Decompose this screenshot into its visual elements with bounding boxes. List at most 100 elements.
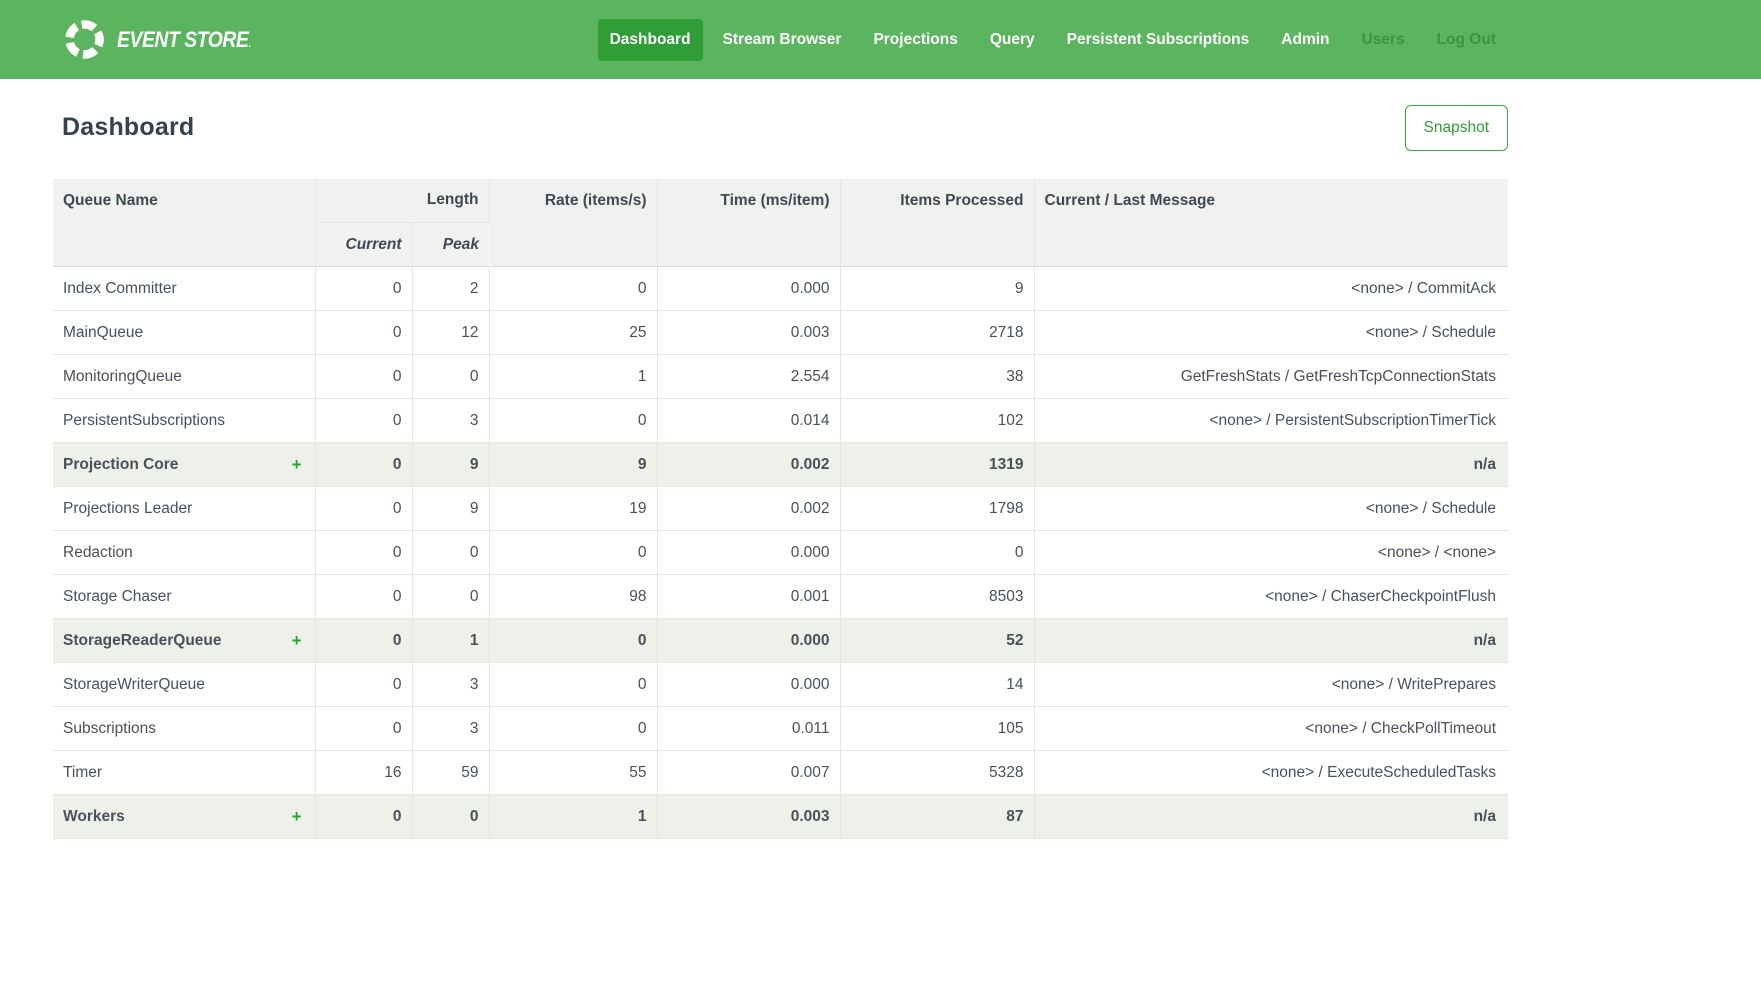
nav-item-users[interactable]: Users xyxy=(1350,19,1417,61)
time-cell: 0.000 xyxy=(657,267,840,311)
queue-name: MonitoringQueue xyxy=(63,368,182,386)
table-row: Subscriptions 0 3 0 0.011 105 <none> / C… xyxy=(53,707,1508,751)
brand: EVENT STORE. xyxy=(62,17,269,62)
expand-icon[interactable]: + xyxy=(292,808,302,825)
current-cell: 0 xyxy=(315,575,412,619)
queue-name: Projections Leader xyxy=(63,500,192,518)
table-row: MonitoringQueue 0 0 1 2.554 38 GetFreshS… xyxy=(53,355,1508,399)
current-cell: 0 xyxy=(315,355,412,399)
table-row: MainQueue 0 12 25 0.003 2718 <none> / Sc… xyxy=(53,311,1508,355)
table-row: Redaction 0 0 0 0.000 0 <none> / <none> xyxy=(53,531,1508,575)
main-nav: DashboardStream BrowserProjectionsQueryP… xyxy=(598,19,1508,61)
page-head: Dashboard Snapshot xyxy=(53,105,1508,151)
items-processed-cell: 2718 xyxy=(840,311,1034,355)
time-cell: 0.003 xyxy=(657,311,840,355)
snapshot-button[interactable]: Snapshot xyxy=(1405,105,1509,151)
page-title: Dashboard xyxy=(62,113,194,142)
queue-name: Storage Chaser xyxy=(63,588,172,606)
col-header-last-message: Current / Last Message xyxy=(1034,179,1508,267)
current-cell: 0 xyxy=(315,619,412,663)
col-header-items-processed: Items Processed xyxy=(840,179,1034,267)
table-row: StorageWriterQueue 0 3 0 0.000 14 <none>… xyxy=(53,663,1508,707)
time-cell: 0.002 xyxy=(657,443,840,487)
last-message-cell: <none> / Schedule xyxy=(1034,487,1508,531)
peak-cell: 12 xyxy=(412,311,489,355)
last-message-cell: GetFreshStats / GetFreshTcpConnectionSta… xyxy=(1034,355,1508,399)
col-header-current: Current xyxy=(315,223,412,267)
rate-cell: 9 xyxy=(489,443,657,487)
peak-cell: 2 xyxy=(412,267,489,311)
rate-cell: 98 xyxy=(489,575,657,619)
last-message-cell: n/a xyxy=(1034,795,1508,839)
table-row: Index Committer 0 2 0 0.000 9 <none> / C… xyxy=(53,267,1508,311)
time-cell: 0.000 xyxy=(657,663,840,707)
items-processed-cell: 52 xyxy=(840,619,1034,663)
queue-table-head: Queue Name Length Rate (items/s) Time (m… xyxy=(53,179,1508,267)
top-navbar: EVENT STORE. DashboardStream BrowserProj… xyxy=(0,0,1761,79)
queue-table: Queue Name Length Rate (items/s) Time (m… xyxy=(53,179,1508,840)
queue-table-body: Index Committer 0 2 0 0.000 9 <none> / C… xyxy=(53,267,1508,839)
queue-name: Subscriptions xyxy=(63,720,156,738)
time-cell: 0.001 xyxy=(657,575,840,619)
items-processed-cell: 8503 xyxy=(840,575,1034,619)
nav-item-projections[interactable]: Projections xyxy=(861,19,969,61)
nav-item-persistent-subscriptions[interactable]: Persistent Subscriptions xyxy=(1055,19,1262,61)
rate-cell: 0 xyxy=(489,663,657,707)
last-message-cell: <none> / ExecuteScheduledTasks xyxy=(1034,751,1508,795)
last-message-cell: <none> / CheckPollTimeout xyxy=(1034,707,1508,751)
table-row: Projections Leader 0 9 19 0.002 1798 <no… xyxy=(53,487,1508,531)
rate-cell: 0 xyxy=(489,707,657,751)
current-cell: 0 xyxy=(315,311,412,355)
col-header-time: Time (ms/item) xyxy=(657,179,840,267)
queue-name: Index Committer xyxy=(63,280,177,298)
expand-icon[interactable]: + xyxy=(292,632,302,649)
rate-cell: 0 xyxy=(489,619,657,663)
nav-item-query[interactable]: Query xyxy=(978,19,1047,61)
time-cell: 0.002 xyxy=(657,487,840,531)
peak-cell: 3 xyxy=(412,663,489,707)
table-row: Workers + 0 0 1 0.003 87 n/a xyxy=(53,795,1508,839)
brand-name: EVENT STORE. xyxy=(117,27,250,53)
brand-mark: . xyxy=(248,39,250,50)
peak-cell: 9 xyxy=(412,487,489,531)
peak-cell: 3 xyxy=(412,707,489,751)
expand-icon[interactable]: + xyxy=(292,456,302,473)
nav-item-admin[interactable]: Admin xyxy=(1269,19,1341,61)
peak-cell: 0 xyxy=(412,575,489,619)
last-message-cell: <none> / WritePrepares xyxy=(1034,663,1508,707)
items-processed-cell: 87 xyxy=(840,795,1034,839)
peak-cell: 0 xyxy=(412,531,489,575)
items-processed-cell: 105 xyxy=(840,707,1034,751)
rate-cell: 0 xyxy=(489,267,657,311)
col-header-rate: Rate (items/s) xyxy=(489,179,657,267)
nav-item-stream-browser[interactable]: Stream Browser xyxy=(711,19,854,61)
table-row: Storage Chaser 0 0 98 0.001 8503 <none> … xyxy=(53,575,1508,619)
last-message-cell: <none> / Schedule xyxy=(1034,311,1508,355)
items-processed-cell: 9 xyxy=(840,267,1034,311)
content: Dashboard Snapshot Queue Name Length Rat… xyxy=(53,105,1508,839)
peak-cell: 0 xyxy=(412,795,489,839)
time-cell: 0.000 xyxy=(657,619,840,663)
last-message-cell: <none> / ChaserCheckpointFlush xyxy=(1034,575,1508,619)
time-cell: 0.014 xyxy=(657,399,840,443)
table-row: Projection Core + 0 9 9 0.002 1319 n/a xyxy=(53,443,1508,487)
nav-item-dashboard[interactable]: Dashboard xyxy=(598,19,703,61)
items-processed-cell: 1798 xyxy=(840,487,1034,531)
rate-cell: 0 xyxy=(489,399,657,443)
queue-name: StorageWriterQueue xyxy=(63,676,205,694)
col-header-queue-name: Queue Name xyxy=(53,179,315,267)
queue-name: Redaction xyxy=(63,544,133,562)
current-cell: 0 xyxy=(315,267,412,311)
rate-cell: 25 xyxy=(489,311,657,355)
rate-cell: 19 xyxy=(489,487,657,531)
items-processed-cell: 1319 xyxy=(840,443,1034,487)
current-cell: 16 xyxy=(315,751,412,795)
peak-cell: 9 xyxy=(412,443,489,487)
nav-item-log-out[interactable]: Log Out xyxy=(1425,19,1508,61)
items-processed-cell: 14 xyxy=(840,663,1034,707)
queue-name: StorageReaderQueue xyxy=(63,632,222,650)
rate-cell: 55 xyxy=(489,751,657,795)
peak-cell: 1 xyxy=(412,619,489,663)
col-header-length: Length xyxy=(315,179,489,223)
current-cell: 0 xyxy=(315,443,412,487)
